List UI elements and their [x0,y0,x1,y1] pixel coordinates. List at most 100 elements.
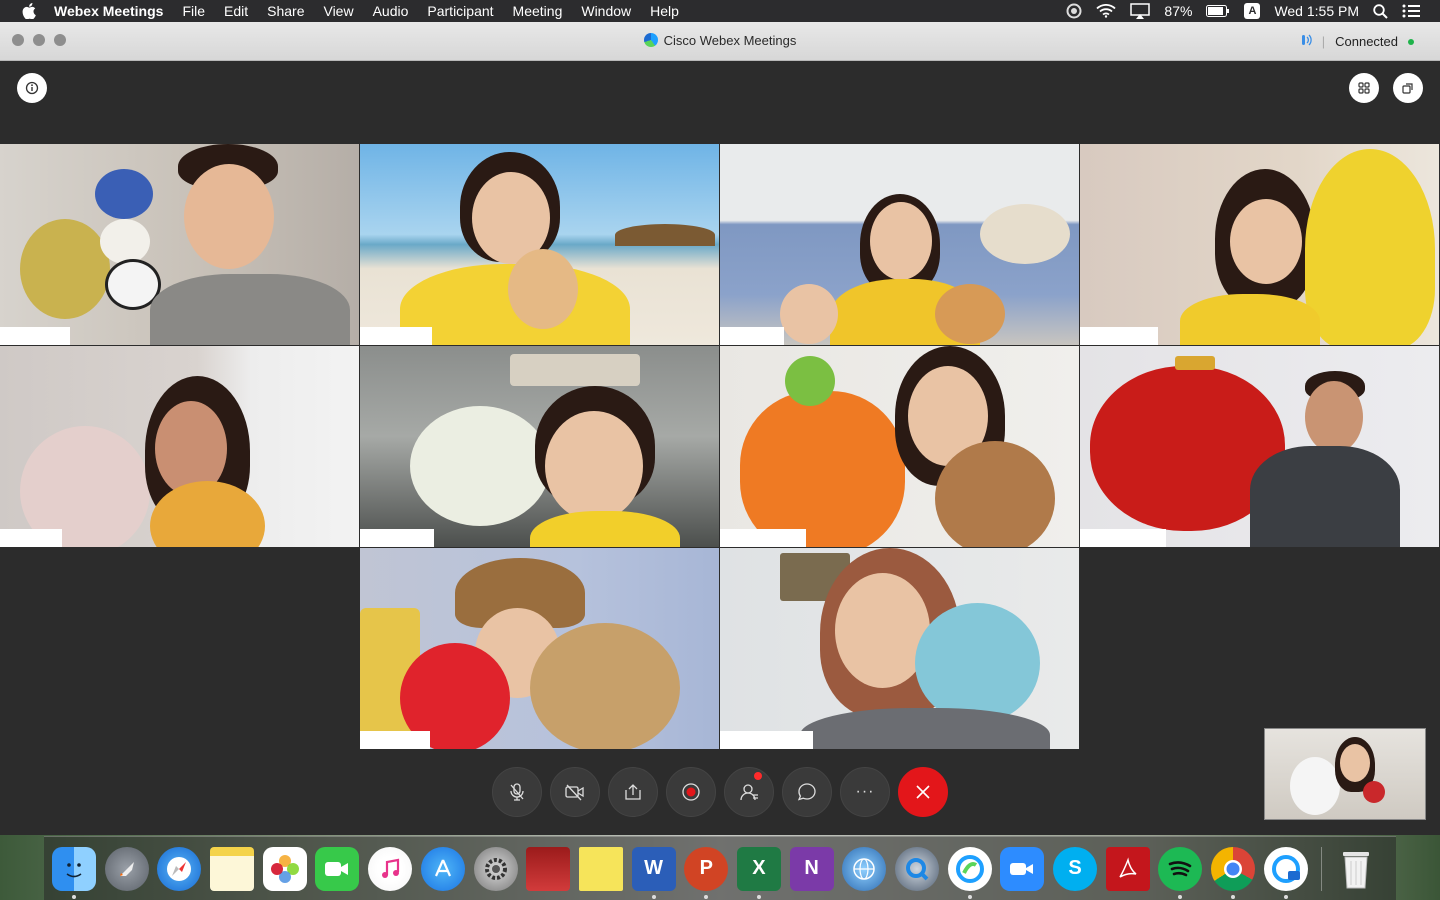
menu-share[interactable]: Share [267,3,304,19]
video-tile[interactable] [720,346,1079,547]
chrome-icon[interactable] [1211,846,1256,899]
video-tile[interactable] [360,548,719,749]
connected-indicator [1408,38,1414,45]
spotify-icon[interactable] [1158,846,1203,899]
battery-percent: 87% [1164,3,1193,19]
status-separator: | [1321,34,1326,49]
meeting-info-button[interactable] [17,73,47,103]
webex-meetings-logo-icon [1271,854,1300,883]
spotify-waves-icon [1169,860,1192,876]
video-tile[interactable] [360,346,719,547]
mute-button[interactable] [492,767,542,817]
apple-icon[interactable] [18,0,40,22]
video-tile[interactable] [0,144,359,345]
word-icon[interactable]: W [631,846,676,899]
globe-icon [853,857,876,880]
facetime-icon[interactable] [315,846,360,891]
video-tile[interactable] [720,548,1079,749]
clock[interactable]: Wed 1:55 PM [1274,3,1359,19]
zoom-icon[interactable] [1000,846,1045,891]
safari-icon[interactable] [157,846,202,891]
photos-icon[interactable] [262,846,307,891]
quicktime-icon[interactable] [895,846,939,891]
sync-icon[interactable] [1066,3,1082,19]
video-tile[interactable] [0,346,359,547]
shirt [150,274,350,345]
menu-app-name[interactable]: Webex Meetings [54,3,163,19]
more-options-icon: ··· [855,783,875,800]
wifi-icon[interactable] [1096,4,1117,18]
more-options-button[interactable]: ··· [840,767,890,817]
acrobat-icon[interactable] [1105,846,1150,891]
app-store-icon[interactable] [420,846,465,891]
restore-window-button[interactable] [1393,73,1423,103]
bear-plush [935,441,1055,547]
zoom-camera-icon [1010,862,1034,875]
photos-flower-icon [270,854,299,883]
network-utility-icon[interactable] [842,846,887,891]
trash-icon[interactable] [1334,847,1378,891]
trash-can-icon [1342,851,1369,888]
dog-plush [530,623,680,749]
participant-name-label [0,529,62,547]
webex-logo-icon [955,854,984,883]
menu-audio[interactable]: Audio [373,3,409,19]
menu-edit[interactable]: Edit [224,3,248,19]
spotlight-search-icon[interactable] [1373,3,1388,19]
child-face [780,284,838,344]
photo-booth-icon[interactable] [526,846,571,891]
input-source[interactable]: A [1244,3,1261,19]
shirt [1250,446,1400,547]
record-button[interactable] [666,767,716,817]
microphone-muted-icon [510,783,524,801]
music-note-icon [382,858,400,878]
battery-icon[interactable] [1206,5,1230,17]
video-tile[interactable] [720,144,1079,345]
webex-icon[interactable] [947,846,992,899]
umbrella [615,224,715,246]
running-indicator [72,894,76,899]
record-icon [682,783,700,801]
powerpoint-icon[interactable]: P [684,846,729,899]
video-tile[interactable] [1080,346,1439,547]
compass-icon [167,856,192,881]
menu-participant[interactable]: Participant [427,3,493,19]
meeting-controls: ··· [492,767,956,817]
layout-button[interactable] [1349,73,1379,103]
stickies-icon[interactable] [578,846,623,891]
start-video-button[interactable] [550,767,600,817]
video-tile[interactable] [1080,144,1439,345]
airplay-icon[interactable] [1130,3,1151,19]
chat-button[interactable] [782,767,832,817]
running-indicator [967,894,972,899]
menu-meeting[interactable]: Meeting [513,3,563,19]
launchpad-icon[interactable] [104,846,149,891]
menu-view[interactable]: View [323,3,353,19]
finder-face-icon [66,862,82,877]
chrome-center-icon [1224,859,1243,878]
system-preferences-icon[interactable] [473,846,518,891]
menu-window[interactable]: Window [581,3,631,19]
finder-icon[interactable] [52,846,96,899]
audio-connected-icon[interactable] [1300,33,1312,50]
window-titlebar: Cisco Webex Meetings | Connected [0,22,1440,61]
webex-meetings-icon[interactable] [1263,846,1308,899]
squirtle-plush [915,603,1040,723]
self-view[interactable] [1264,728,1426,820]
onenote-icon[interactable]: N [789,846,834,891]
carrot-plush [740,391,905,547]
notification-center-icon[interactable] [1402,4,1420,18]
itunes-icon[interactable] [368,846,413,891]
skype-icon[interactable]: S [1053,846,1098,891]
leave-meeting-button[interactable] [898,767,948,817]
video-tile[interactable] [360,144,719,345]
participants-button[interactable] [724,767,774,817]
menu-help[interactable]: Help [650,3,679,19]
notes-icon[interactable] [210,846,255,891]
menu-file[interactable]: File [182,3,205,19]
excel-icon[interactable]: X [736,846,781,899]
share-button[interactable] [608,767,658,817]
cat [935,284,1005,344]
shirt [1180,294,1320,345]
participant-name-label [0,327,70,345]
